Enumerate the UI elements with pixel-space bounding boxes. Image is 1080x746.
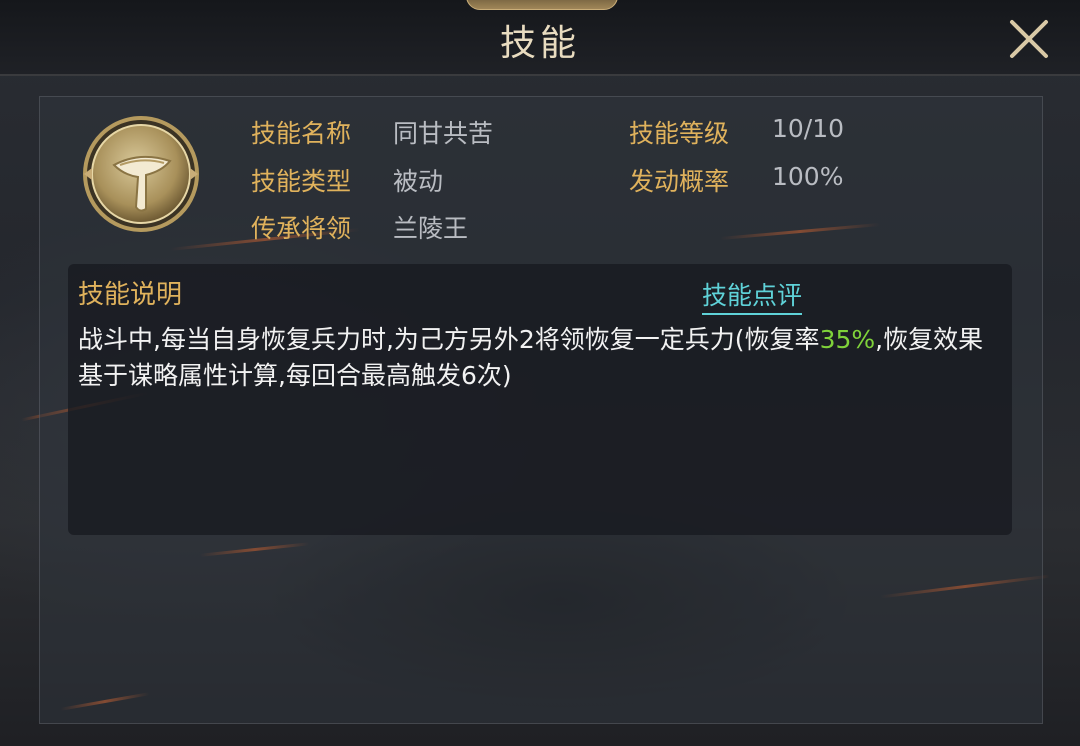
title-ornament: [466, 0, 618, 10]
skill-icon: [80, 113, 202, 235]
page-title: 技能: [499, 23, 580, 64]
skill-level-label: 技能等级: [629, 119, 730, 148]
recovery-rate-highlight: 35%: [819, 325, 876, 354]
skill-type-label: 技能类型: [251, 167, 352, 196]
close-icon: [1010, 20, 1048, 58]
description-text: 战斗中,每当自身恢复兵力时,为己方另外2将领恢复一定兵力(恢复率35%,恢复效果…: [78, 322, 998, 394]
close-button[interactable]: [1008, 18, 1050, 60]
scroll-feather-icon: [83, 116, 199, 232]
trigger-chance-value: 100%: [772, 162, 844, 191]
description-text-part1: 战斗中,每当自身恢复兵力时,为己方另外2将领恢复一定兵力(恢复率: [78, 325, 820, 354]
skill-level-value: 10/10: [772, 114, 845, 143]
skill-name-value: 同甘共苦: [393, 119, 494, 148]
skill-type-value: 被动: [393, 167, 444, 196]
trigger-chance-label: 发动概率: [629, 167, 730, 196]
inherit-general-value: 兰陵王: [393, 214, 469, 243]
description-title: 技能说明: [78, 280, 183, 310]
skill-review-link[interactable]: 技能点评: [702, 276, 803, 315]
inherit-general-label: 传承将领: [251, 214, 352, 243]
title-bar: 技能: [0, 0, 1080, 76]
skill-name-label: 技能名称: [251, 119, 352, 148]
description-box: [68, 264, 1012, 535]
